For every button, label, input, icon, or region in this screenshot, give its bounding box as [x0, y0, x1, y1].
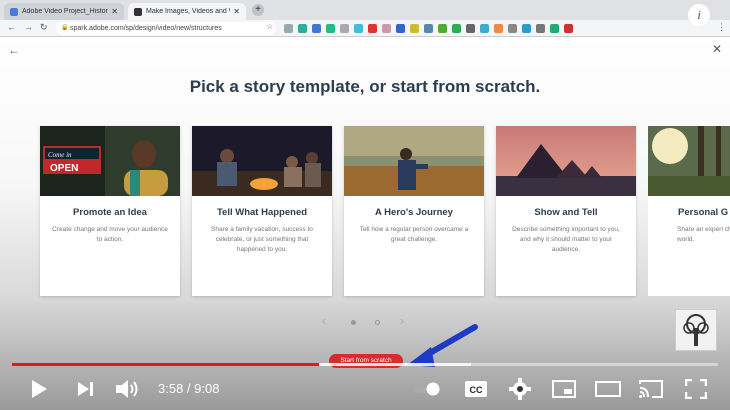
tab-title: Make Images, Videos and Web	[146, 8, 230, 15]
svg-text:Come in: Come in	[48, 151, 72, 159]
captions-icon[interactable]: CC	[463, 376, 489, 402]
card-title: A Hero's Journey	[375, 207, 453, 218]
chevron-left-icon[interactable]: ‹	[322, 314, 326, 328]
close-tab-icon[interactable]: ✕	[111, 7, 118, 16]
extension-icon[interactable]	[550, 24, 559, 33]
browser-tab-spark[interactable]: Make Images, Videos and Web ✕	[128, 3, 246, 20]
play-icon[interactable]	[26, 376, 52, 402]
spark-page: ← ✕ Pick a story template, or start from…	[0, 37, 730, 410]
forward-arrow-icon[interactable]: →	[24, 22, 33, 32]
theater-mode-icon[interactable]	[594, 376, 622, 402]
player-controls: 3:58 / 9:08 CC	[0, 370, 730, 410]
card-description: Share a family vacation, success to cele…	[211, 226, 313, 253]
card-description: Describe something important to you, and…	[512, 226, 620, 253]
extension-icon[interactable]	[452, 24, 461, 33]
card-image	[192, 126, 332, 196]
template-card-promote[interactable]: Come in OPEN Promote an Idea Create chan…	[40, 126, 180, 296]
next-icon[interactable]	[74, 376, 98, 402]
extension-icon[interactable]	[466, 24, 475, 33]
pager-dot-active[interactable]	[351, 320, 356, 325]
extension-icon[interactable]	[312, 24, 321, 33]
new-tab-button[interactable]: +	[252, 4, 264, 16]
extension-icon[interactable]	[522, 24, 531, 33]
svg-text:OPEN: OPEN	[50, 163, 78, 174]
gear-icon[interactable]	[508, 376, 532, 402]
fullscreen-icon[interactable]	[684, 376, 708, 402]
template-card-heros-journey[interactable]: A Hero's Journey Tell how a regular pers…	[344, 126, 484, 296]
time-separator: /	[183, 381, 195, 396]
card-title: Promote an Idea	[73, 207, 147, 218]
extension-icon[interactable]	[564, 24, 573, 33]
doc-icon	[10, 7, 18, 16]
address-bar: ← → ↻ 🔒 spark.adobe.com/sp/design/video/…	[0, 4, 730, 37]
volume-icon[interactable]	[114, 376, 142, 402]
extension-icon[interactable]	[480, 24, 489, 33]
duration: 9:08	[194, 381, 220, 396]
card-description: Share an experi changed how yo world.	[677, 226, 730, 243]
tab-title: Adobe Video Project_Historica	[22, 8, 109, 15]
extension-icon[interactable]	[508, 24, 517, 33]
card-description: Tell how a regular person overcame a gre…	[359, 226, 469, 243]
extension-icon[interactable]	[536, 24, 545, 33]
cast-icon[interactable]	[637, 376, 665, 402]
miniplayer-icon[interactable]	[551, 376, 577, 402]
template-card-tell-what-happened[interactable]: Tell What Happened Share a family vacati…	[192, 126, 332, 296]
tree-logo	[675, 309, 717, 351]
card-image: Come in OPEN	[40, 126, 180, 196]
lock-icon: 🔒	[61, 25, 69, 31]
svg-text:CC: CC	[470, 385, 483, 395]
url-text: spark.adobe.com/sp/design/video/new/stru…	[70, 25, 222, 32]
carousel-pager: ‹ ›	[320, 314, 410, 330]
card-title: Personal G	[678, 207, 729, 218]
played-bar	[12, 363, 320, 366]
browser-tab-bar: Adobe Video Project_Historica ✕ Make Ima…	[0, 0, 730, 20]
back-arrow-icon[interactable]: ←	[8, 43, 20, 57]
time-display: 3:58 / 9:08	[158, 381, 219, 396]
current-time: 3:58	[158, 381, 184, 396]
template-card-show-and-tell[interactable]: Show and Tell Describe something importa…	[496, 126, 636, 296]
extension-icon[interactable]	[494, 24, 503, 33]
extension-icons	[284, 24, 573, 33]
close-tab-icon[interactable]: ✕	[233, 7, 240, 16]
card-image	[496, 126, 636, 196]
autoplay-toggle[interactable]	[410, 376, 444, 402]
browser-tab-adobe-video[interactable]: Adobe Video Project_Historica ✕	[4, 3, 124, 20]
extension-icon[interactable]	[340, 24, 349, 33]
chevron-right-icon[interactable]: ›	[400, 314, 404, 328]
extension-icon[interactable]	[284, 24, 293, 33]
extension-icon[interactable]	[410, 24, 419, 33]
spark-icon	[134, 7, 142, 16]
extension-icon[interactable]	[354, 24, 363, 33]
close-icon[interactable]: ✕	[712, 42, 722, 56]
extension-icon[interactable]	[424, 24, 433, 33]
card-description: Create change and move your audience to …	[52, 226, 168, 243]
card-image	[648, 126, 730, 196]
extension-icon[interactable]	[396, 24, 405, 33]
extension-icon[interactable]	[298, 24, 307, 33]
extension-icon[interactable]	[326, 24, 335, 33]
template-card-personal-growth[interactable]: Personal G Share an experi changed how y…	[648, 126, 730, 296]
card-title: Tell What Happened	[216, 207, 308, 218]
url-input[interactable]: 🔒 spark.adobe.com/sp/design/video/new/st…	[56, 22, 276, 35]
extension-icon[interactable]	[438, 24, 447, 33]
reload-icon[interactable]: ↻	[40, 22, 48, 33]
pager-dot[interactable]	[375, 320, 380, 325]
menu-kebab-icon[interactable]: ⋮	[717, 22, 726, 33]
info-icon[interactable]: i	[688, 4, 710, 26]
card-title: Show and Tell	[534, 207, 598, 218]
extension-icon[interactable]	[368, 24, 377, 33]
video-progress-bar[interactable]	[12, 363, 718, 366]
bookmark-star-icon[interactable]: ☆	[266, 22, 273, 31]
card-image	[344, 126, 484, 196]
extension-icon[interactable]	[382, 24, 391, 33]
page-title: Pick a story template, or start from scr…	[189, 77, 541, 96]
back-arrow-icon[interactable]: ←	[7, 22, 16, 32]
